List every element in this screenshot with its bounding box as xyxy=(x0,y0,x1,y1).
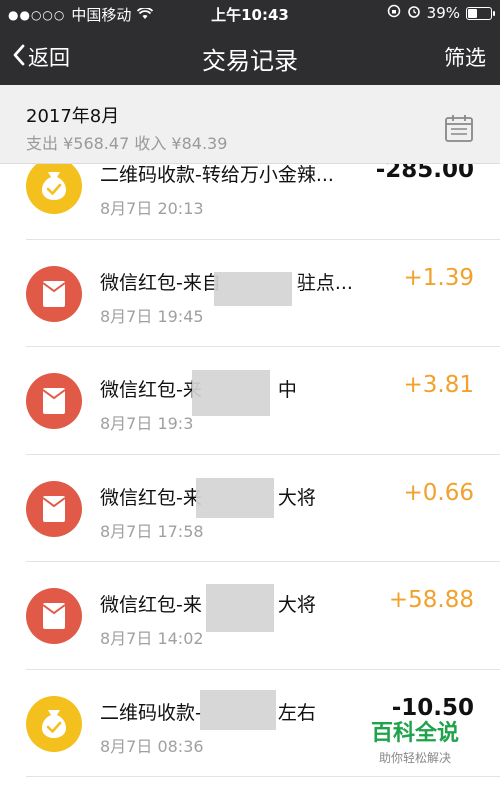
watermark-title: 百科全说 xyxy=(370,721,459,746)
nav-bar: 返回 交易记录 筛选 xyxy=(0,28,500,85)
filter-button[interactable]: 筛选 xyxy=(444,42,486,72)
transaction-amount: +3.81 xyxy=(403,372,474,398)
status-right: 39% xyxy=(387,4,495,22)
red-packet-icon xyxy=(26,480,82,537)
month-label: 2017年8月 xyxy=(26,106,120,127)
transaction-amount: +0.66 xyxy=(403,479,474,506)
calendar-icon[interactable] xyxy=(444,113,474,147)
transaction-row[interactable]: 二维码收款-转给万小金辣... 8月7日 20:13 -285.00 xyxy=(26,164,500,240)
transaction-time: 8月7日 08:36 xyxy=(100,736,204,756)
privacy-blur xyxy=(214,272,292,306)
qr-payment-icon xyxy=(26,164,82,214)
battery-percent: 39% xyxy=(426,4,460,22)
battery-icon xyxy=(466,6,495,20)
privacy-blur xyxy=(196,478,274,518)
transaction-time: 8月7日 19:45 xyxy=(100,306,204,326)
transaction-amount: +1.39 xyxy=(403,264,474,291)
transaction-amount: +58.88 xyxy=(388,587,474,613)
privacy-blur xyxy=(206,584,274,632)
red-packet-icon xyxy=(26,373,82,429)
status-bar: ●●○○○ 中国移动 上午10:43 39% xyxy=(0,0,500,28)
red-packet-icon xyxy=(26,265,82,322)
transaction-description: 二维码收款-转给万小金辣... xyxy=(100,164,334,186)
transaction-amount: -285.00 xyxy=(375,164,474,183)
month-totals: 支出 ¥568.47 收入 ¥84.39 xyxy=(26,134,228,153)
page-title: 交易记录 xyxy=(202,47,298,75)
transaction-time: 8月7日 17:58 xyxy=(100,521,204,541)
privacy-blur xyxy=(200,690,276,730)
transaction-time: 8月7日 14:02 xyxy=(100,629,204,648)
privacy-blur xyxy=(192,370,270,416)
qr-payment-icon xyxy=(26,695,82,752)
transaction-time: 8月7日 20:13 xyxy=(100,199,204,218)
rotation-lock-icon xyxy=(387,4,401,22)
red-packet-icon xyxy=(26,588,82,644)
watermark-subtitle: 助你轻松解决 xyxy=(378,751,451,765)
transaction-time: 8月7日 19:3 xyxy=(100,414,194,433)
alarm-icon xyxy=(407,4,421,22)
watermark-logo: 百科全说 助你轻松解决 xyxy=(360,715,470,766)
transaction-list[interactable]: 二维码收款-转给万小金辣... 8月7日 20:13 -285.00 微信红包-来自 … xyxy=(0,164,500,790)
month-summary: 2017年8月 支出 ¥568.47 收入 ¥84.39 xyxy=(0,85,500,164)
